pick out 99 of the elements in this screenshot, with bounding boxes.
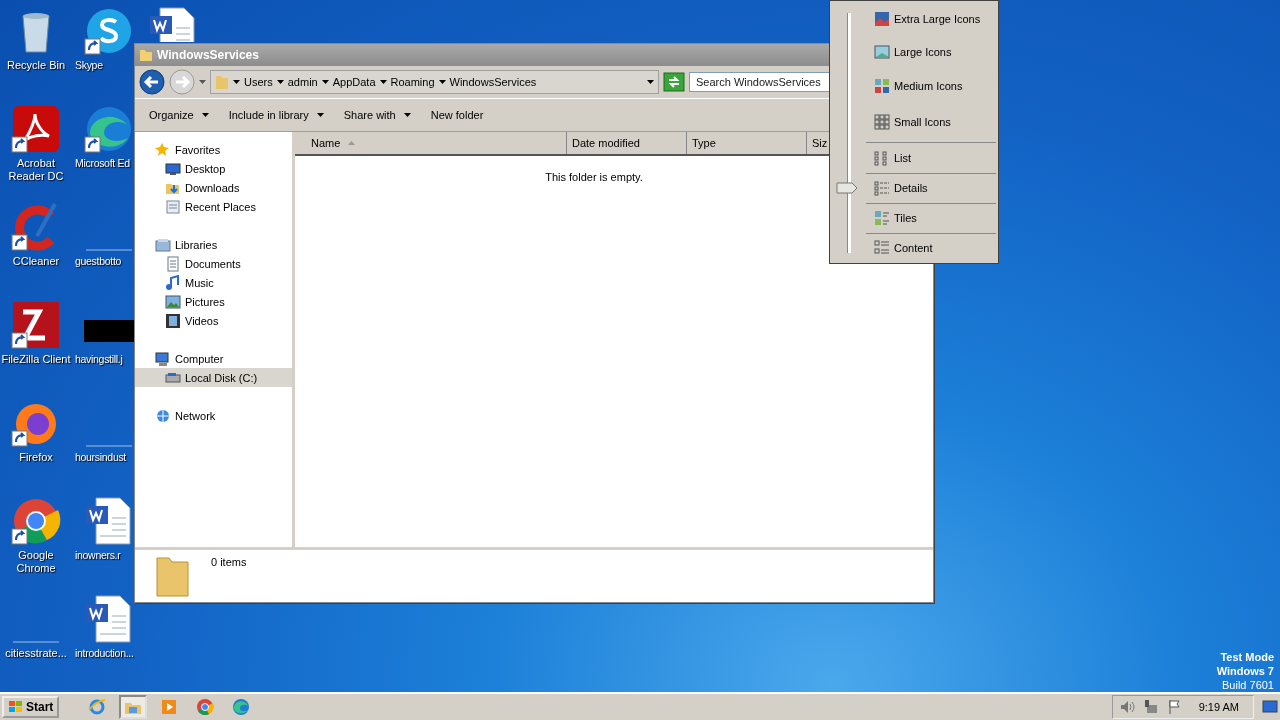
desktop-icon-label[interactable]: guestbotto xyxy=(75,255,122,268)
browser-icon xyxy=(196,698,215,716)
view-icon xyxy=(874,10,890,27)
column-header[interactable]: Type xyxy=(687,132,807,154)
nav-item[interactable]: Network xyxy=(135,406,292,425)
start-button[interactable]: Start xyxy=(2,696,60,718)
desktop-icon-label[interactable]: Google Chrome xyxy=(0,549,72,575)
folder-icon xyxy=(215,74,229,90)
desktop-icon-label[interactable]: citiesstrate... xyxy=(0,647,72,660)
caret-icon xyxy=(201,113,209,117)
caret-icon xyxy=(403,113,411,117)
desktop-icon-label[interactable]: havingstill.j xyxy=(75,353,123,366)
refresh-button[interactable] xyxy=(663,72,685,92)
speaker-icon[interactable] xyxy=(1118,699,1135,715)
view-icon xyxy=(874,239,890,256)
view-option[interactable]: Tiles xyxy=(866,204,996,234)
caret-icon xyxy=(438,80,446,84)
folder-icon xyxy=(139,48,153,62)
toolbar-button[interactable]: New folder xyxy=(422,105,492,125)
nav-item[interactable]: Recent Places xyxy=(135,197,292,216)
desktop-icon-label[interactable]: Firefox xyxy=(0,451,72,464)
desktop-icon-label[interactable]: Acrobat Reader DC xyxy=(0,157,72,183)
back-button[interactable] xyxy=(139,69,165,95)
empty-message: This folder is empty. xyxy=(545,171,643,183)
nav-item[interactable]: Favorites xyxy=(135,140,292,159)
nav-item[interactable]: Libraries xyxy=(135,235,292,254)
desktop-icon-label[interactable]: hoursindust xyxy=(75,451,126,464)
folder-icon xyxy=(155,554,191,598)
nav-item[interactable]: Desktop xyxy=(135,159,292,178)
breadcrumb-item[interactable]: Roaming xyxy=(390,76,435,88)
os-notice-text: Build 7601 xyxy=(1222,678,1274,692)
view-option[interactable]: Extra Large Icons xyxy=(866,6,996,33)
nav-item[interactable]: Computer xyxy=(135,349,292,368)
documents-icon xyxy=(165,255,181,272)
view-icon xyxy=(874,210,890,227)
view-icon xyxy=(874,113,890,130)
view-icon xyxy=(874,78,890,95)
show-desktop-icon[interactable] xyxy=(1262,699,1278,715)
nav-item[interactable]: Pictures xyxy=(135,292,292,311)
computer-icon xyxy=(155,350,171,367)
address-bar[interactable]: Users admin AppData Roaming WindowsServices xyxy=(210,70,659,94)
nav-item[interactable]: Downloads xyxy=(135,178,292,197)
breadcrumb-item[interactable]: admin xyxy=(287,76,318,88)
toolbar-button[interactable]: Organize xyxy=(141,105,217,125)
star-icon xyxy=(155,141,171,158)
desktop-icon-label[interactable]: Microsoft Ed xyxy=(75,157,130,170)
item-count: 0 items xyxy=(211,556,247,570)
view-icon xyxy=(874,180,890,197)
desktop-icon xyxy=(165,160,181,177)
breadcrumb-item[interactable]: WindowsServices xyxy=(449,76,537,88)
view-option[interactable]: Details xyxy=(866,173,996,205)
desktop-icon-label[interactable]: Recycle Bin xyxy=(0,59,72,72)
windows-logo-icon xyxy=(8,700,24,714)
view-option[interactable]: List xyxy=(866,143,996,174)
caret-icon xyxy=(233,80,240,84)
recent-icon xyxy=(165,198,181,215)
column-header[interactable]: Name xyxy=(295,132,567,154)
nav-item[interactable]: Local Disk (C:) xyxy=(135,368,292,387)
os-notice-text: Windows 7 xyxy=(1216,664,1274,678)
library-icon xyxy=(155,236,171,253)
caret-icon xyxy=(276,80,284,84)
browser-icon xyxy=(232,698,251,716)
desktop-icon-label[interactable]: Skype xyxy=(75,59,103,72)
caret-icon xyxy=(316,113,324,117)
caret-icon xyxy=(321,80,329,84)
desktop-icon-label[interactable]: CCleaner xyxy=(0,255,72,268)
view-icon xyxy=(874,44,890,61)
clock[interactable]: 9:19 AM xyxy=(1198,701,1239,713)
desktop-icon-label[interactable]: FileZilla Client xyxy=(0,353,72,366)
caret-icon xyxy=(199,80,206,84)
nav-item[interactable]: Videos xyxy=(135,311,292,330)
view-icon xyxy=(874,150,890,167)
view-option[interactable]: Small Icons xyxy=(866,101,996,144)
caret-icon xyxy=(379,80,387,84)
network-icon[interactable] xyxy=(1142,699,1159,715)
pictures-icon xyxy=(165,293,181,310)
sort-icon xyxy=(348,141,356,145)
window-title: WindowsServices xyxy=(157,48,259,62)
flag-icon[interactable] xyxy=(1166,699,1183,715)
desktop-icon-label[interactable]: inowners.r xyxy=(75,549,121,562)
caret-icon xyxy=(647,80,654,84)
nav-item[interactable]: Documents xyxy=(135,254,292,273)
toolbar-button[interactable]: Share with xyxy=(335,105,419,125)
browser-icon xyxy=(88,698,107,716)
breadcrumb-item[interactable]: AppData xyxy=(332,76,376,88)
play-icon xyxy=(160,698,179,716)
column-header[interactable]: Date modified xyxy=(567,132,687,154)
nav-item[interactable]: Music xyxy=(135,273,292,292)
slider-thumb[interactable] xyxy=(836,182,858,195)
taskbar-app-button[interactable] xyxy=(119,695,148,719)
network-icon xyxy=(155,407,171,424)
view-option[interactable]: Content xyxy=(866,233,996,263)
view-option[interactable]: Large Icons xyxy=(866,32,996,73)
videos-icon xyxy=(165,312,181,329)
desktop-icon-label[interactable]: introduction... xyxy=(75,647,134,660)
breadcrumb-item[interactable]: Users xyxy=(244,76,273,88)
os-notice-text: Test Mode xyxy=(1220,650,1274,664)
music-icon xyxy=(165,274,181,291)
toolbar-button[interactable]: Include in library xyxy=(220,105,332,125)
